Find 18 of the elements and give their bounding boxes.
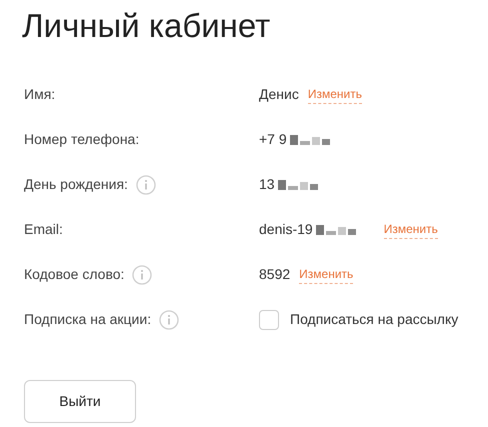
field-label: День рождения: xyxy=(24,175,128,194)
field-value: Денис xyxy=(259,85,299,104)
field-value: 8592 xyxy=(259,265,290,284)
page-title: Личный кабинет xyxy=(21,6,272,46)
field-label: Email: xyxy=(24,220,63,239)
field-value: denis-19 xyxy=(259,220,313,239)
edit-link[interactable]: Изменить xyxy=(384,220,438,239)
checkbox-label: Подписаться на рассылку xyxy=(290,310,458,329)
edit-link[interactable]: Изменить xyxy=(308,85,362,104)
checkbox[interactable] xyxy=(259,310,279,330)
field-value: 13 xyxy=(259,175,275,194)
field-label: Кодовое слово: xyxy=(24,265,124,284)
field-label: Подписка на акции: xyxy=(24,310,152,329)
logout-button[interactable]: Выйти xyxy=(24,380,136,423)
edit-link[interactable]: Изменить xyxy=(299,265,354,284)
field-value: +7 9 xyxy=(259,130,287,149)
field-label: Имя: xyxy=(24,85,56,104)
field-label: Номер телефона: xyxy=(24,130,140,149)
